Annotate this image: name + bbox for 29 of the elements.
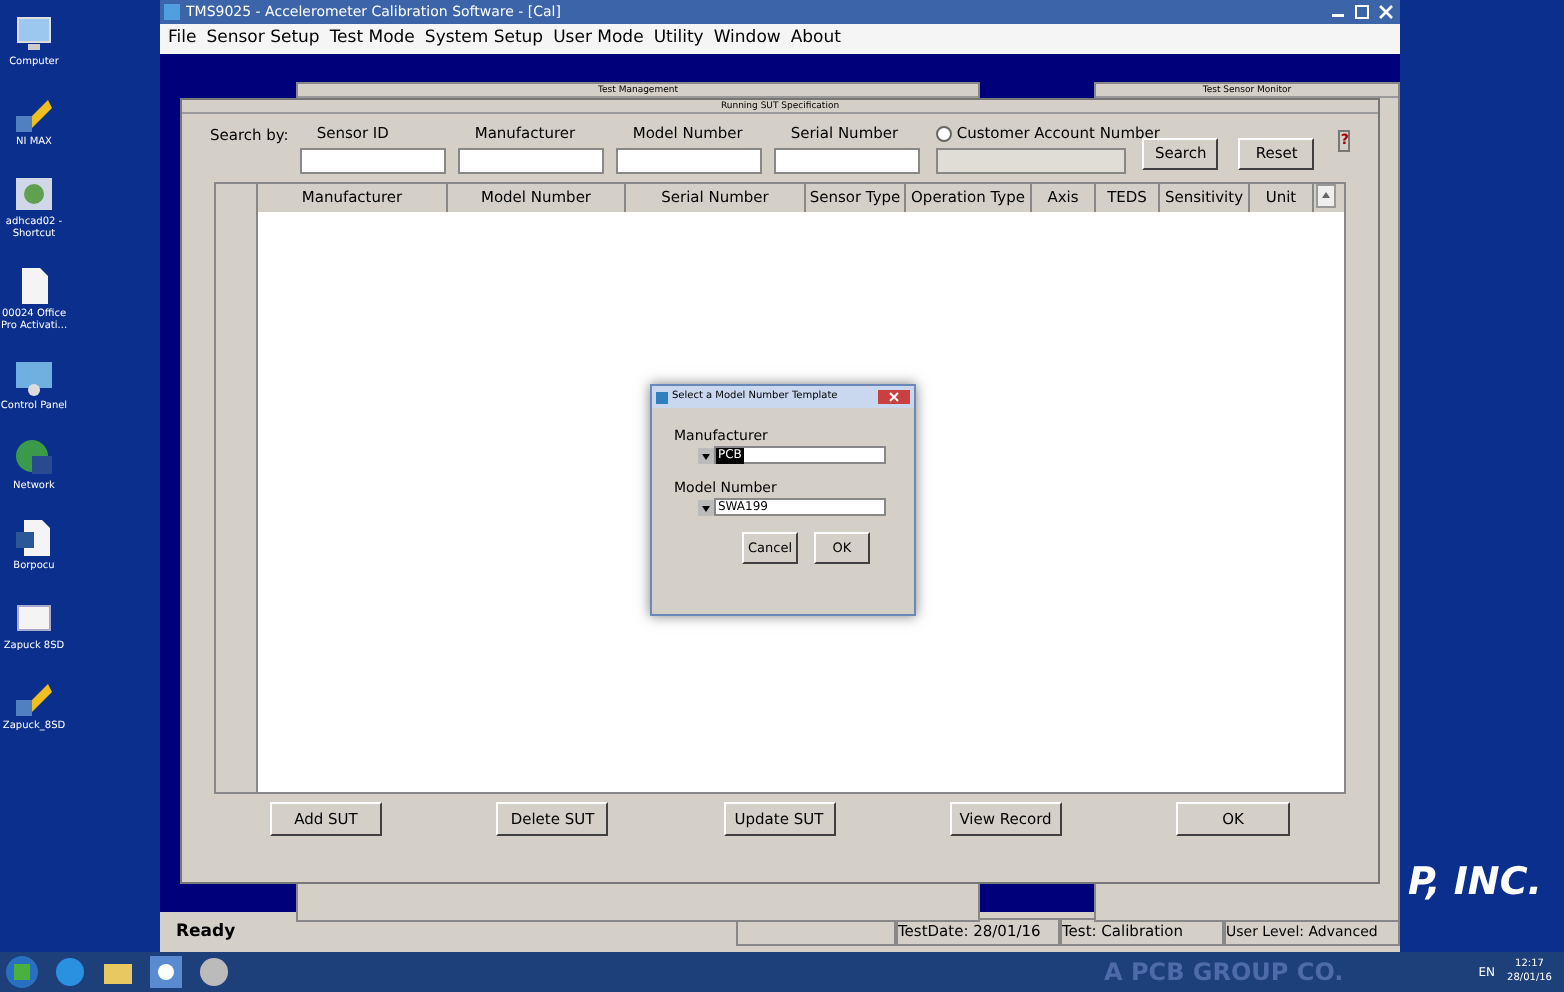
close-icon[interactable] xyxy=(1376,4,1396,20)
dropdown-icon[interactable] xyxy=(698,447,714,463)
radio-button[interactable] xyxy=(936,125,953,142)
document-icon xyxy=(12,516,56,560)
menu-item[interactable]: File xyxy=(168,26,197,52)
control-panel-icon xyxy=(12,356,56,400)
search-field[interactable] xyxy=(616,148,763,175)
menu-item[interactable]: Sensor Setup xyxy=(206,26,320,52)
browser-icon[interactable] xyxy=(52,954,88,990)
disc-icon[interactable] xyxy=(196,954,232,990)
start-icon[interactable] xyxy=(4,954,40,990)
menu-item[interactable]: System Setup xyxy=(424,26,544,52)
search-field[interactable] xyxy=(458,148,605,175)
search-field[interactable] xyxy=(774,148,921,175)
wallpaper-logo: P, INC. xyxy=(1408,864,1542,902)
menu-item[interactable]: Window xyxy=(713,26,781,52)
dropdown-icon[interactable] xyxy=(698,499,714,515)
close-icon[interactable] xyxy=(878,390,910,404)
search-field[interactable] xyxy=(300,148,447,175)
status-text: Ready xyxy=(174,919,238,945)
menu-item[interactable]: User Mode xyxy=(553,26,644,52)
globe-icon xyxy=(12,436,56,480)
scroll-up-icon[interactable] xyxy=(1316,184,1336,208)
shortcut-icon xyxy=(12,172,56,216)
menu-item[interactable]: Utility xyxy=(653,26,704,52)
maximize-icon[interactable] xyxy=(1352,4,1372,20)
menu-item[interactable]: Test Mode xyxy=(329,26,415,52)
menu-item[interactable]: About xyxy=(790,26,841,52)
monitor-icon xyxy=(12,12,56,56)
